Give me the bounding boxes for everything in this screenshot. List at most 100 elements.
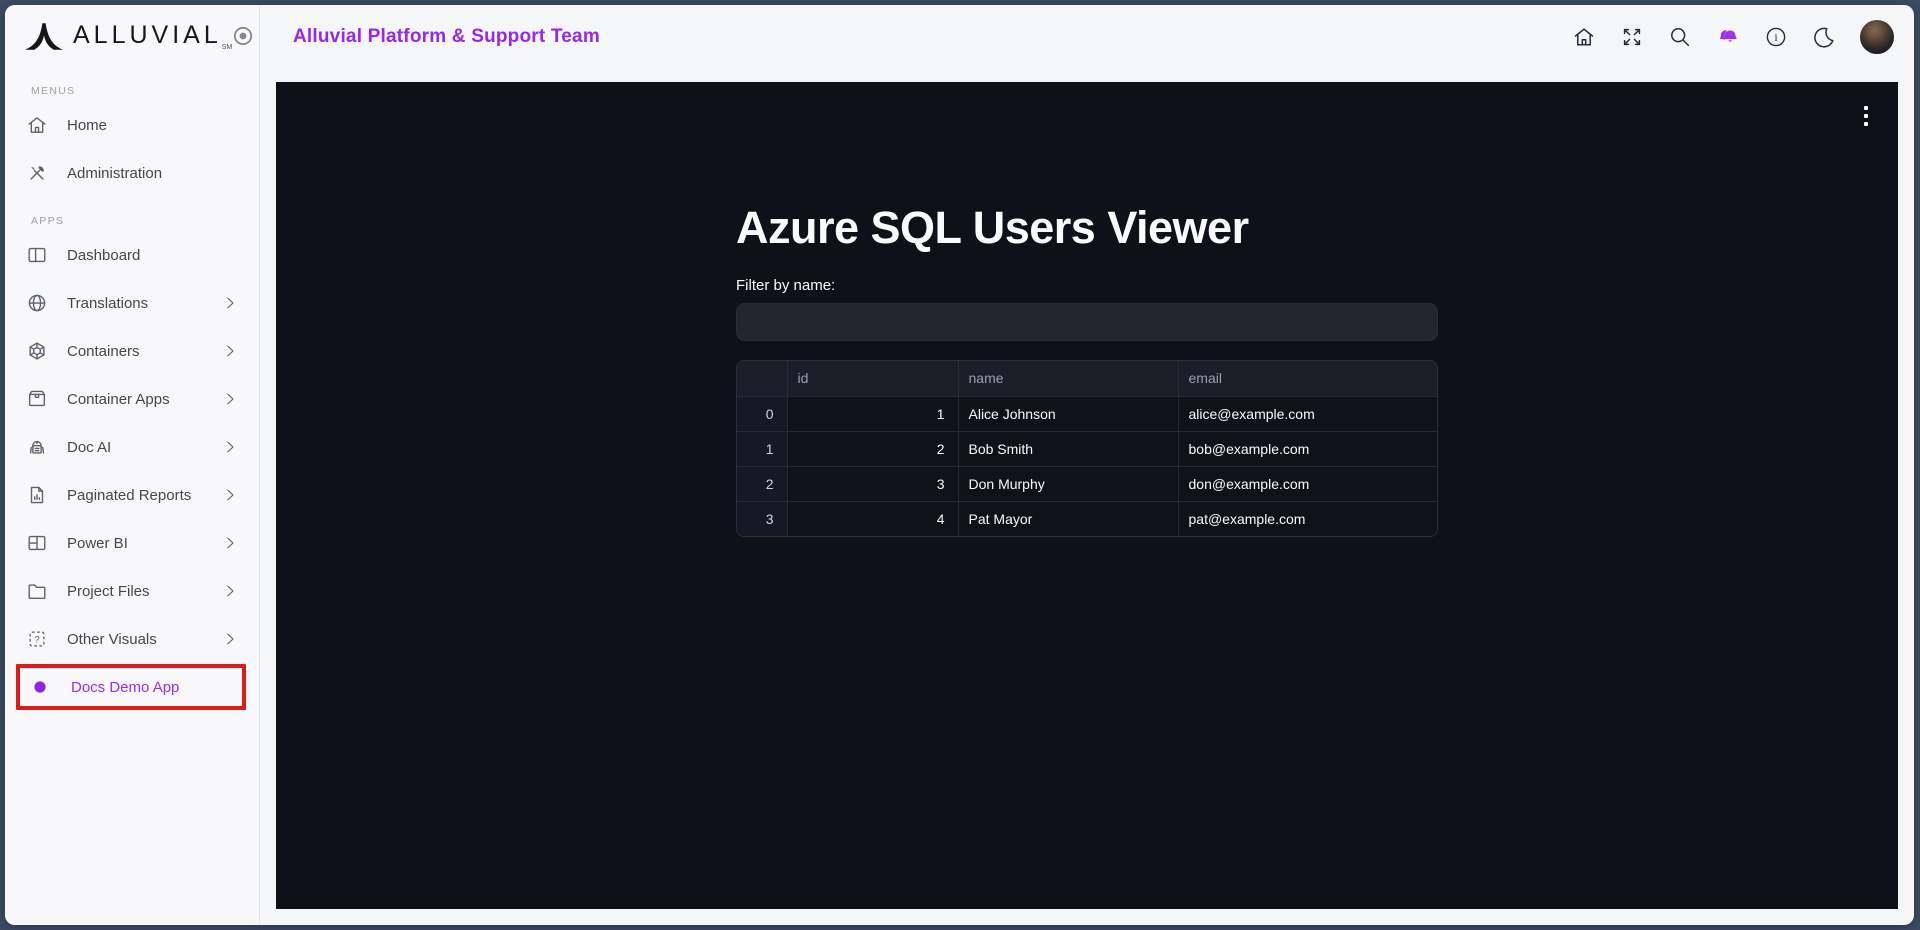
cell-name: Don Murphy [958,466,1179,502]
cell-index: 0 [737,396,788,432]
section-label-menus: MENUS [31,85,76,97]
chevron-right-icon [221,486,239,504]
cell-id: 4 [787,501,959,536]
sidebar-item-label: Doc AI [67,438,112,456]
notifications-bells-icon[interactable] [1716,25,1740,49]
sidebar-item-docs-demo-app[interactable]: Docs Demo App [16,664,246,710]
chevron-right-icon [221,390,239,408]
filter-label: Filter by name: [736,277,836,294]
table-row: 0 1 Alice Johnson alice@example.com [737,396,1437,432]
embedded-app-panel: Azure SQL Users Viewer Filter by name: i… [276,82,1898,909]
brand-name: ALLUVIALSM [73,21,233,51]
sidebar-item-translations[interactable]: Translations [5,279,259,327]
cell-email: alice@example.com [1178,396,1437,432]
sidebar-item-containers[interactable]: Containers [5,327,259,375]
sidebar-item-label: Administration [67,164,163,182]
table-row: 3 4 Pat Mayor pat@example.com [737,501,1437,536]
chevron-right-icon [221,582,239,600]
cell-id: 1 [787,396,959,432]
sidebar-nav: MENUS Home Administration APPS Dashboard [5,67,259,711]
dashboard-icon [25,243,49,267]
sidebar-item-label: Dashboard [67,246,141,264]
cell-index: 3 [737,501,788,536]
sidebar-toggle-icon[interactable] [232,25,254,47]
filter-name-input[interactable] [736,303,1438,341]
dark-mode-moon-icon[interactable] [1812,25,1836,49]
home-icon[interactable] [1572,25,1596,49]
sidebar-item-label: Paginated Reports [67,486,192,504]
hexagon-icon [25,339,49,363]
content-area: Azure SQL Users Viewer Filter by name: i… [260,68,1914,925]
page-title: Alluvial Platform & Support Team [293,25,600,47]
column-header-index [737,361,788,397]
folder-icon [25,579,49,603]
column-header-id: id [787,361,959,397]
cell-email: pat@example.com [1178,501,1437,536]
sidebar-item-other-visuals[interactable]: ? Other Visuals [5,615,259,663]
topbar-icons: i [1572,19,1894,54]
sidebar-item-home[interactable]: Home [5,101,259,149]
purple-dot-icon [33,675,47,699]
avatar[interactable] [1860,19,1894,54]
app-menu-kebab-icon[interactable] [1862,104,1870,128]
svg-text:?: ? [34,634,39,645]
globe-icon [25,291,49,315]
main-area: Alluvial Platform & Support Team i Azure… [260,5,1914,925]
table-row: 1 2 Bob Smith bob@example.com [737,431,1437,467]
column-header-email: email [1178,361,1437,397]
sidebar-item-label: Power BI [67,534,128,552]
cell-id: 2 [787,431,959,467]
sidebar-item-label: Docs Demo App [71,678,180,696]
app-stage: Azure SQL Users Viewer Filter by name: i… [736,82,1438,537]
robot-icon [25,435,49,459]
section-label-apps: APPS [31,215,65,227]
users-table[interactable]: id name email 0 1 Alice Johnson alice@ex… [736,360,1438,537]
alluvial-logo-icon [24,23,64,50]
app-title: Azure SQL Users Viewer [736,202,1249,253]
sidebar-item-project-files[interactable]: Project Files [5,567,259,615]
sidebar-item-label: Home [67,116,108,134]
cell-index: 2 [737,466,788,502]
home-icon [25,113,49,137]
cell-email: don@example.com [1178,466,1437,502]
sidebar: ALLUVIALSM MENUS Home Administration APP… [5,5,260,925]
sidebar-item-label: Container Apps [67,390,170,408]
cell-index: 1 [737,431,788,467]
search-icon[interactable] [1668,25,1692,49]
cell-name: Bob Smith [958,431,1179,467]
sidebar-item-label: Project Files [67,582,150,600]
sidebar-item-label: Other Visuals [67,630,157,648]
cell-email: bob@example.com [1178,431,1437,467]
app-window: ALLUVIALSM MENUS Home Administration APP… [5,5,1914,925]
sidebar-item-label: Translations [67,294,149,312]
brand-trademark: SM [221,44,233,51]
sidebar-item-paginated-reports[interactable]: Paginated Reports [5,471,259,519]
sidebar-logo-row: ALLUVIALSM [5,5,259,67]
question-box-icon: ? [25,627,49,651]
chevron-right-icon [221,534,239,552]
table-header-row: id name email [737,361,1437,397]
sidebar-item-power-bi[interactable]: Power BI [5,519,259,567]
sidebar-item-doc-ai[interactable]: Doc AI [5,423,259,471]
report-icon [25,483,49,507]
chevron-right-icon [221,438,239,456]
chevron-right-icon [221,630,239,648]
column-header-name: name [958,361,1179,397]
chevron-right-icon [221,342,239,360]
table-row: 2 3 Don Murphy don@example.com [737,466,1437,502]
sidebar-item-container-apps[interactable]: Container Apps [5,375,259,423]
svg-text:i: i [1774,30,1778,44]
cell-name: Pat Mayor [958,501,1179,536]
tools-icon [25,161,49,185]
cell-id: 3 [787,466,959,502]
sidebar-item-dashboard[interactable]: Dashboard [5,231,259,279]
sidebar-item-label: Containers [67,342,140,360]
info-icon[interactable]: i [1764,25,1788,49]
expand-icon[interactable] [1620,25,1644,49]
cell-name: Alice Johnson [958,396,1179,432]
sidebar-item-administration[interactable]: Administration [5,149,259,197]
package-icon [25,387,49,411]
panes-icon [25,531,49,555]
topbar: Alluvial Platform & Support Team i [260,5,1914,68]
chevron-right-icon [221,294,239,312]
